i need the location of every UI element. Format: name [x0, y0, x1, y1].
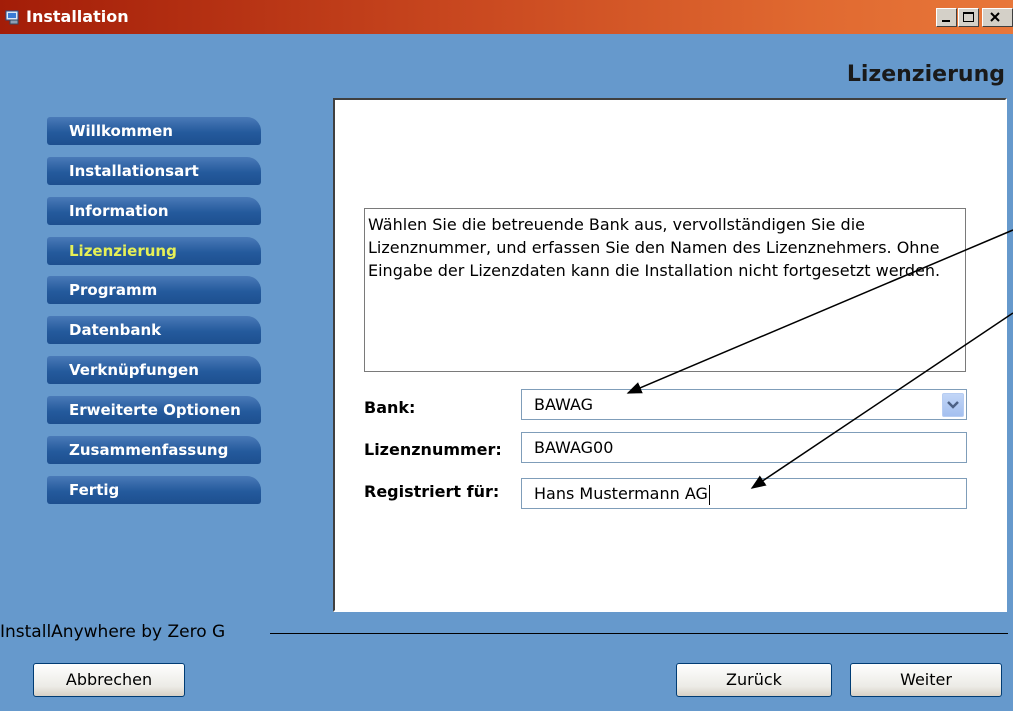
- dropdown-button[interactable]: [942, 393, 964, 417]
- footer-divider: [270, 633, 1008, 634]
- nav-step-information: Information: [47, 197, 261, 225]
- nav-step-zusammenfassung: Zusammenfassung: [47, 436, 261, 464]
- maximize-icon: [963, 12, 974, 22]
- nav-step-label: Programm: [69, 281, 158, 299]
- license-label: Lizenznummer:: [364, 440, 502, 459]
- nav-step-label: Zusammenfassung: [69, 441, 229, 459]
- close-button[interactable]: [982, 8, 1013, 27]
- page-title: Lizenzierung: [846, 62, 1005, 87]
- nav-step-label: Verknüpfungen: [69, 361, 199, 379]
- text-cursor: [708, 484, 710, 505]
- minimize-icon: [942, 20, 950, 22]
- nav-step-label: Willkommen: [69, 122, 173, 140]
- bank-select-value: BAWAG: [534, 395, 594, 414]
- nav-step-verknuepfungen: Verknüpfungen: [47, 356, 261, 384]
- registered-for-value: Hans Mustermann AG: [534, 484, 708, 503]
- nav-step-label: Fertig: [69, 481, 120, 499]
- nav-step-datenbank: Datenbank: [47, 316, 261, 344]
- maximize-button[interactable]: [958, 8, 979, 27]
- nav-step-label: Lizenzierung: [69, 242, 177, 260]
- nav-step-programm: Programm: [47, 276, 261, 304]
- nav-step-willkommen: Willkommen: [47, 117, 261, 145]
- nav-step-label: Erweiterte Optionen: [69, 401, 241, 419]
- installer-icon: [5, 10, 19, 25]
- minimize-button[interactable]: [936, 8, 957, 27]
- next-button[interactable]: Weiter: [850, 663, 1002, 697]
- bank-select[interactable]: BAWAG: [521, 389, 967, 420]
- back-button[interactable]: Zurück: [676, 663, 832, 697]
- nav-step-lizenzierung: Lizenzierung: [47, 237, 261, 265]
- close-icon: [990, 12, 1000, 22]
- registered-for-field[interactable]: Hans Mustermann AG: [521, 478, 967, 509]
- nav-step-label: Information: [69, 202, 169, 220]
- description-text: Wählen Sie die betreuende Bank aus, verv…: [364, 208, 966, 372]
- registered-label: Registriert für:: [364, 482, 500, 501]
- nav-step-fertig: Fertig: [47, 476, 261, 504]
- nav-step-label: Datenbank: [69, 321, 162, 339]
- nav-step-erweiterte-optionen: Erweiterte Optionen: [47, 396, 261, 424]
- license-number-value: BAWAG00: [534, 438, 614, 457]
- chevron-down-icon: [947, 401, 959, 409]
- bank-label: Bank:: [364, 398, 416, 417]
- nav-step-label: Installationsart: [69, 162, 199, 180]
- footer-branding: InstallAnywhere by Zero G: [0, 622, 226, 642]
- window-title: Installation: [26, 7, 129, 26]
- cancel-button[interactable]: Abbrechen: [33, 663, 185, 697]
- nav-step-installationsart: Installationsart: [47, 157, 261, 185]
- license-number-field[interactable]: BAWAG00: [521, 432, 967, 463]
- title-bar: Installation: [0, 0, 1013, 34]
